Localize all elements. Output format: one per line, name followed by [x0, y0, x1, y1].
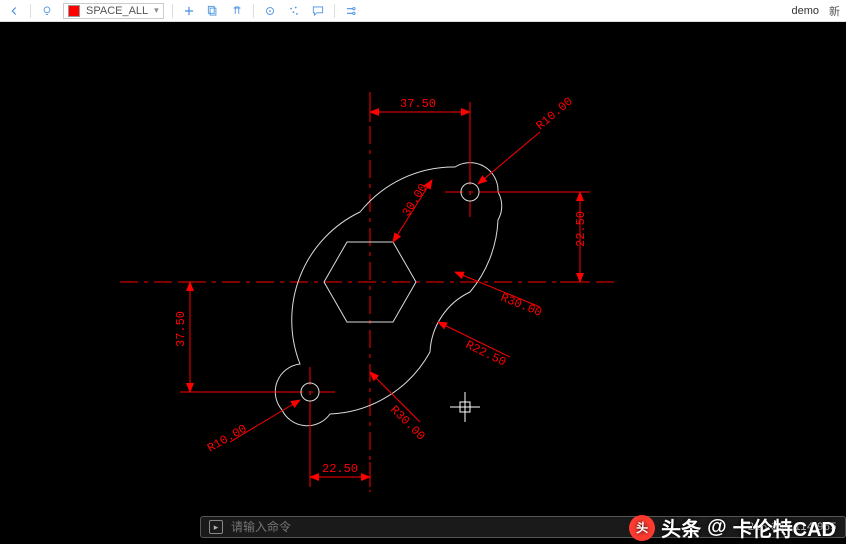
bulb-icon[interactable]: [39, 3, 55, 19]
command-bar: ▸ 215.390,114.965: [200, 516, 846, 538]
command-input[interactable]: [231, 520, 451, 534]
separator: [172, 4, 173, 18]
dim-bottom-linear: 22.50: [310, 402, 370, 487]
layer-name: SPACE_ALL: [86, 5, 148, 17]
svg-text:37.50: 37.50: [400, 97, 436, 111]
back-icon[interactable]: [6, 3, 22, 19]
svg-text:R22.50: R22.50: [463, 338, 508, 370]
top-toolbar: SPACE_ALL ▾ demo 新: [0, 0, 846, 22]
svg-text:22.50: 22.50: [322, 462, 358, 476]
dim-top-linear: 37.50: [370, 92, 470, 182]
dim-top-radius: R10.00: [478, 95, 576, 184]
chevron-down-icon: ▾: [154, 5, 159, 16]
scatter-icon[interactable]: [286, 3, 302, 19]
target-icon[interactable]: [262, 3, 278, 19]
delete-icon[interactable]: [229, 3, 245, 19]
dim-bottom-radius: R10.00: [205, 400, 300, 455]
svg-text:22.50: 22.50: [574, 211, 588, 247]
command-icon[interactable]: ▸: [209, 520, 223, 534]
layer-color-swatch: [68, 5, 80, 17]
copy-icon[interactable]: [205, 3, 221, 19]
cursor-coordinates: 215.390,114.965: [748, 521, 837, 533]
separator: [30, 4, 31, 18]
add-icon[interactable]: [181, 3, 197, 19]
svg-text:R10.00: R10.00: [205, 422, 249, 456]
dim-r22: R22.50: [438, 322, 510, 370]
dim-r30-upper: R30.00: [455, 272, 544, 320]
dim-r30-lower: R30.00: [370, 372, 428, 443]
separator: [253, 4, 254, 18]
settings-icon[interactable]: [343, 3, 359, 19]
svg-text:R10.00: R10.00: [534, 95, 576, 134]
svg-text:37.50: 37.50: [174, 311, 188, 347]
chat-icon[interactable]: [310, 3, 326, 19]
svg-text:R30.00: R30.00: [499, 291, 544, 320]
user-label[interactable]: demo: [791, 5, 819, 17]
drawing-canvas[interactable]: 37.50 R10.00 22.50 R30.00 R22.: [0, 22, 846, 544]
new-action[interactable]: 新: [829, 3, 840, 19]
separator: [334, 4, 335, 18]
cursor-crosshair: [450, 392, 480, 422]
svg-text:30.00: 30.00: [400, 181, 431, 219]
layer-selector[interactable]: SPACE_ALL ▾: [63, 3, 164, 19]
dim-hex: 30.00: [393, 180, 432, 242]
